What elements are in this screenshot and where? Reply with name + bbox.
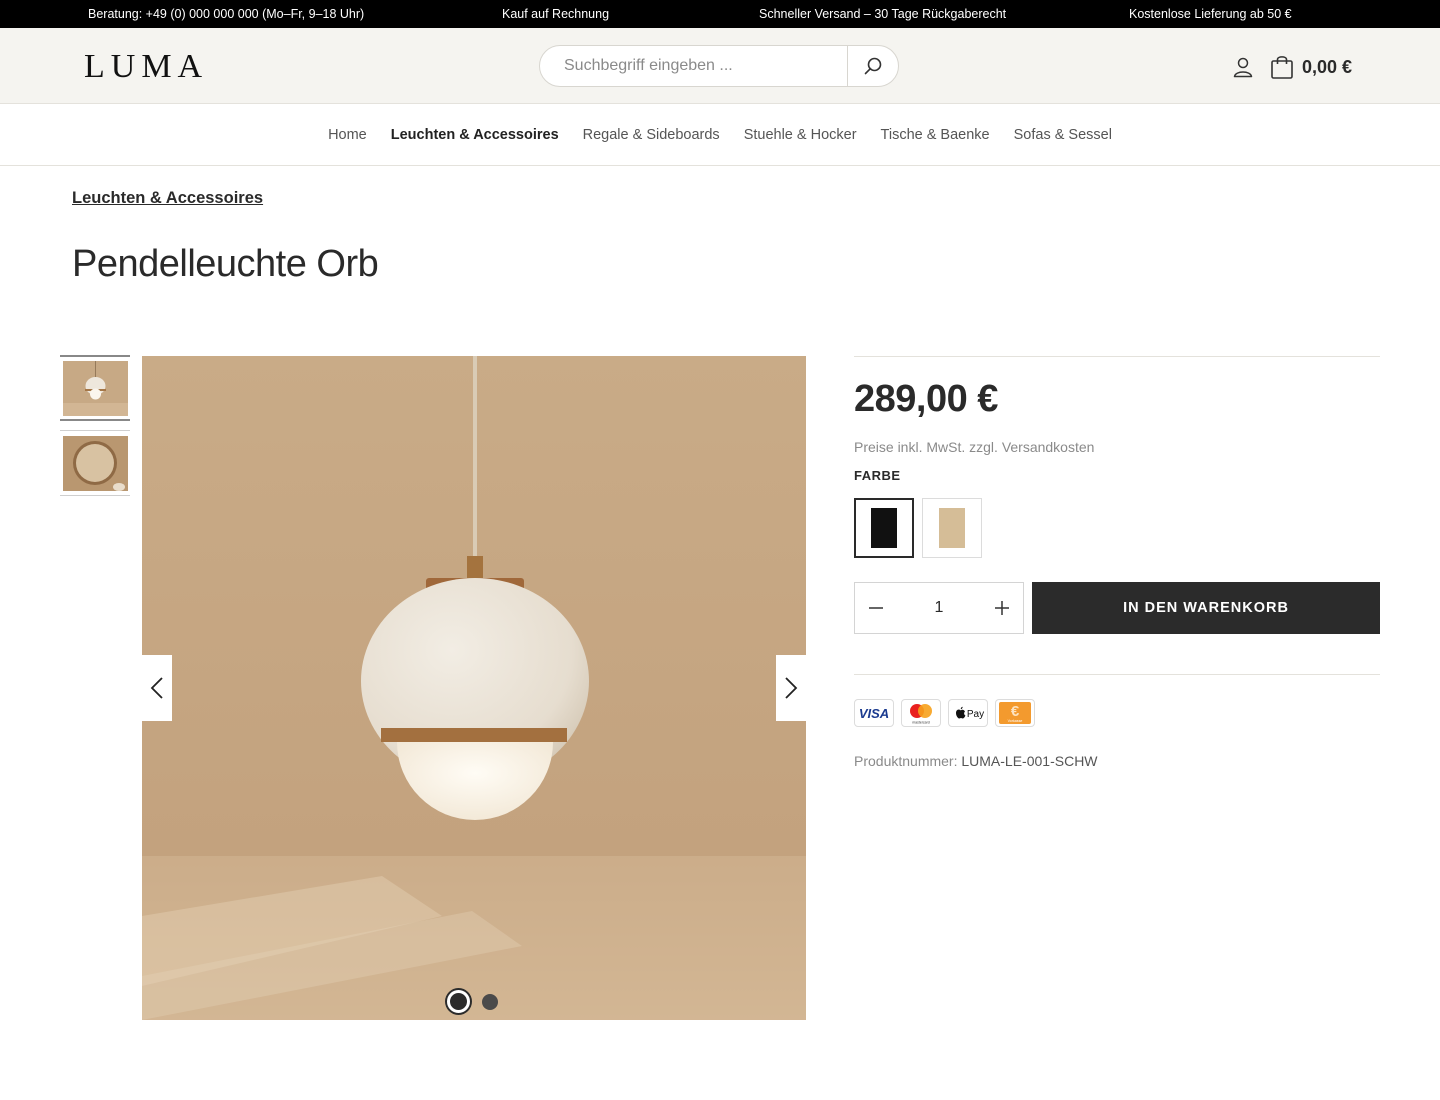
payment-methods: VISA mastercard Pay € Vorkasse <box>854 699 1035 727</box>
tax-note: Preise inkl. MwSt. zzgl. Versandkosten <box>854 439 1095 455</box>
quantity-increase-button[interactable] <box>981 583 1023 633</box>
nav-item-tische[interactable]: Tische & Baenke <box>881 127 990 143</box>
topbar-contact: Beratung: +49 (0) 000 000 000 (Mo–Fr, 9–… <box>88 7 365 21</box>
svg-text:Pay: Pay <box>967 709 984 720</box>
minus-icon <box>869 607 883 609</box>
svg-text:mastercard: mastercard <box>912 721 930 725</box>
gallery-dot-1[interactable] <box>447 990 470 1013</box>
breadcrumb[interactable]: Leuchten & Accessoires <box>72 189 263 208</box>
sku-label: Produktnummer: <box>854 753 958 769</box>
topbar-free-delivery: Kostenlose Lieferung ab 50 € <box>1129 7 1292 21</box>
logo[interactable]: LUMA <box>84 48 208 86</box>
quantity-decrease-button[interactable] <box>855 583 897 633</box>
chevron-right-icon <box>785 677 798 699</box>
divider <box>854 356 1380 357</box>
svg-text:€: € <box>1011 703 1020 720</box>
cart-button[interactable]: 0,00 € <box>1270 53 1352 81</box>
product-image[interactable] <box>142 356 806 1020</box>
svg-text:VISA: VISA <box>859 706 889 721</box>
nav-item-leuchten[interactable]: Leuchten & Accessoires <box>391 127 559 143</box>
cart-total: 0,00 € <box>1302 56 1353 77</box>
color-chip-black <box>871 508 897 548</box>
search-bar <box>539 45 899 87</box>
color-chip-sand <box>939 508 965 548</box>
search-button[interactable] <box>847 46 898 86</box>
nav-item-stuehle[interactable]: Stuehle & Hocker <box>744 127 857 143</box>
product-title: Pendelleuchte Orb <box>72 243 379 285</box>
color-label: FARBE <box>854 468 901 483</box>
thumbnail-pendant-lamp[interactable] <box>60 355 130 421</box>
gallery-prev-button[interactable] <box>142 655 172 721</box>
header: LUMA 0,00 € <box>0 28 1440 104</box>
product-price: 289,00 € <box>854 378 998 420</box>
chevron-left-icon <box>150 677 163 699</box>
search-input[interactable] <box>540 46 848 86</box>
top-info-bar: Beratung: +49 (0) 000 000 000 (Mo–Fr, 9–… <box>0 0 1440 28</box>
topbar-invoice: Kauf auf Rechnung <box>502 7 610 21</box>
thumbnail-round-mirror[interactable] <box>60 430 130 496</box>
product-number: Produktnummer: LUMA-LE-001-SCHW <box>854 753 1098 769</box>
divider <box>854 674 1380 675</box>
quantity-stepper <box>854 582 1024 634</box>
color-swatch-sand[interactable] <box>922 498 982 558</box>
topbar-shipping: Schneller Versand – 30 Tage Rückgaberech… <box>759 7 1007 21</box>
apple-pay-icon: Pay <box>948 699 988 727</box>
color-swatch-schwarz[interactable] <box>854 498 914 558</box>
gallery-dot-2[interactable] <box>482 994 498 1010</box>
search-icon <box>864 57 882 75</box>
nav-item-regale[interactable]: Regale & Sideboards <box>583 127 720 143</box>
quantity-input[interactable] <box>897 583 981 633</box>
nav-item-sofas[interactable]: Sofas & Sessel <box>1014 127 1112 143</box>
sku-value: LUMA-LE-001-SCHW <box>961 753 1098 769</box>
shopping-bag-icon <box>1271 56 1293 79</box>
add-to-cart-button[interactable]: IN DEN WARENKORB <box>1032 582 1380 634</box>
prepayment-icon: € Vorkasse <box>995 699 1035 727</box>
pendant-lamp-image <box>142 356 806 1020</box>
plus-icon <box>995 601 1009 615</box>
pendant-lamp-thumbnail <box>62 360 128 416</box>
round-mirror-thumbnail <box>62 435 128 491</box>
nav-item-home[interactable]: Home <box>328 127 367 143</box>
visa-icon: VISA <box>854 699 894 727</box>
mastercard-icon: mastercard <box>901 699 941 727</box>
gallery-next-button[interactable] <box>776 655 806 721</box>
svg-text:Vorkasse: Vorkasse <box>1008 719 1023 723</box>
user-icon[interactable] <box>1231 55 1255 79</box>
main-navigation: Home Leuchten & Accessoires Regale & Sid… <box>0 105 1440 166</box>
